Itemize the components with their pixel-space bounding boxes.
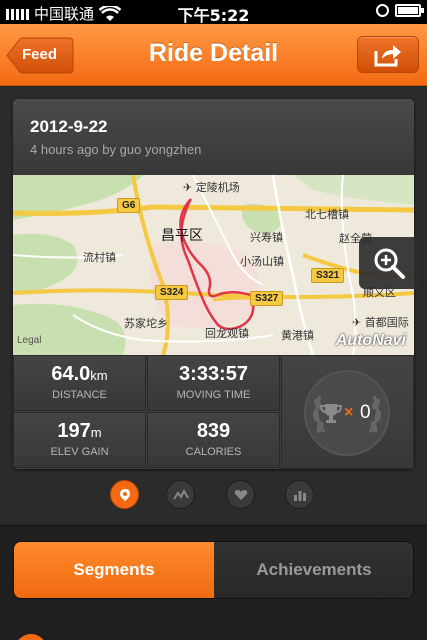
- ride-stats: 64.0km DISTANCE 3:33:57 MOVING TIME 197m…: [13, 355, 414, 469]
- moving-time-value: 3:33:57: [179, 363, 248, 385]
- status-time: 下午5:22: [177, 6, 250, 25]
- trophy-count: 0: [360, 402, 371, 423]
- nav-bar: Feed Ride Detail: [0, 24, 427, 86]
- map-label-district: 昌平区: [161, 228, 203, 244]
- moving-time-label: MOVING TIME: [176, 389, 251, 401]
- status-right: [376, 4, 424, 17]
- bar-chart-icon: [293, 490, 306, 501]
- elev-value-row: 197m: [14, 420, 145, 443]
- distance-value: 64.0: [51, 363, 91, 385]
- map-label-huilongguan: 回龙观镇: [205, 327, 249, 340]
- page-dot-map[interactable]: [110, 480, 139, 509]
- elevation-icon: [172, 488, 189, 500]
- map-label-airport: ✈ 定陵机场: [183, 181, 240, 194]
- distance-label: DISTANCE: [52, 389, 107, 401]
- stat-elev-gain: 197m ELEV GAIN: [13, 412, 146, 468]
- road-sign-s324: S324: [155, 285, 189, 300]
- elev-gain-unit: m: [90, 425, 102, 440]
- map-label-liucun: 流村镇: [83, 251, 116, 264]
- page-dot-elevation[interactable]: [166, 480, 195, 509]
- map-legal-link[interactable]: Legal: [17, 335, 41, 346]
- elev-gain-label: ELEV GAIN: [50, 446, 109, 458]
- stat-distance: 64.0km DISTANCE: [13, 355, 146, 411]
- zoom-in-icon: [374, 248, 405, 279]
- ride-date: 2012-9-22: [30, 117, 108, 136]
- route-map[interactable]: ✈ 定陵机场 昌平区 北七槽镇 赵全营 兴寿镇 流村镇 小汤山镇 顺义区 苏家坨…: [13, 175, 414, 355]
- map-label-xingshou: 兴寿镇: [250, 231, 283, 244]
- trophy-icon: [320, 404, 342, 423]
- ride-subtitle: 4 hours ago by guo yongzhen: [30, 142, 202, 157]
- elev-gain-value: 197: [57, 420, 91, 442]
- page-dot-heart[interactable]: [226, 480, 255, 509]
- calories-label: CALORIES: [185, 446, 242, 458]
- segments-achievements-toggle: Segments Achievements: [13, 541, 414, 599]
- location-pin-icon: [119, 488, 130, 501]
- tab-achievements[interactable]: Achievements: [214, 542, 413, 598]
- road-sign-s327: S327: [250, 291, 284, 306]
- road-sign-s321: S321: [311, 268, 345, 283]
- trophy-multiplier: ×: [344, 404, 354, 421]
- map-provider-logo: AutoNavi: [335, 332, 406, 349]
- distance-value-row: 64.0km: [14, 363, 145, 386]
- alarm-clock-icon: [376, 4, 389, 17]
- map-label-xiaotangshan: 小汤山镇: [240, 255, 284, 268]
- ride-card: 2012-9-22 4 hours ago by guo yongzhen ✈ …: [13, 99, 414, 469]
- stat-calories: 839 CALORIES: [147, 412, 280, 468]
- bottom-panel: Segments Achievements: [0, 525, 427, 640]
- calories-value: 839: [196, 420, 231, 442]
- page-dot-chart[interactable]: [285, 480, 314, 509]
- stat-moving-time: 3:33:57 MOVING TIME: [147, 355, 280, 411]
- map-label-capital-airport: ✈ 首都国际: [352, 316, 409, 329]
- status-bar: 中国联通 下午5:22: [0, 0, 427, 25]
- share-icon: [374, 44, 401, 66]
- page-indicator: [0, 480, 427, 510]
- map-label-suijiatuo: 苏家坨乡: [124, 317, 168, 330]
- map-label-huanggang: 黄港镇: [281, 329, 314, 342]
- heart-icon: [234, 489, 247, 500]
- battery-icon: [395, 4, 424, 17]
- map-label-beiqijia: 北七槽镇: [305, 208, 349, 221]
- ride-header: 2012-9-22 4 hours ago by guo yongzhen: [13, 99, 414, 175]
- tab-segments[interactable]: Segments: [14, 542, 214, 598]
- share-button[interactable]: [357, 36, 419, 73]
- achievements-summary[interactable]: × 0: [281, 355, 414, 469]
- laurel-badge: × 0: [304, 370, 390, 456]
- map-zoom-button[interactable]: [359, 237, 419, 289]
- distance-unit: km: [90, 368, 108, 383]
- list-item-icon-peek: [15, 634, 47, 640]
- road-sign-g6: G6: [117, 198, 141, 213]
